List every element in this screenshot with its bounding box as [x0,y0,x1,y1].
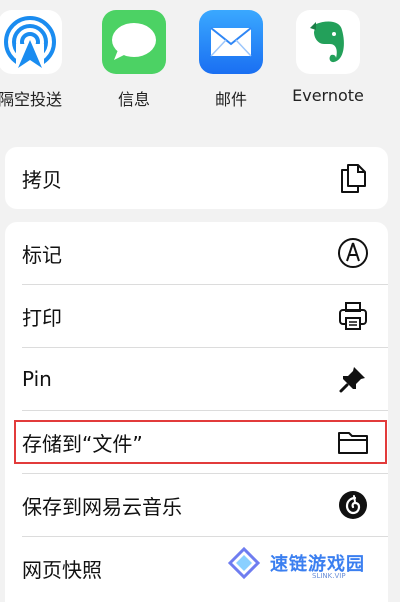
netease-music-icon [336,488,370,522]
action-group-copy: 拷贝 [5,147,388,209]
action-print[interactable]: 打印 [5,285,388,347]
app-label: 邮件 [214,90,247,109]
messages-icon [102,10,166,74]
action-pin[interactable]: Pin [5,348,388,410]
action-label: 打印 [22,305,62,330]
action-label: Pin [22,367,52,391]
action-label: 标记 [22,242,62,267]
action-label: 拷贝 [22,167,62,192]
app-label: 信息 [117,90,150,109]
watermark-subtext: SLINK.VIP [312,572,346,580]
action-copy[interactable]: 拷贝 [5,147,388,209]
mail-icon [199,10,263,74]
share-app-messages[interactable]: 信息 [94,10,174,110]
watermark: 速链游戏园 SLINK.VIP [224,538,400,588]
app-label: 隔空投送 [0,90,62,109]
airdrop-icon [0,10,62,74]
markup-icon [336,236,370,270]
share-app-mail[interactable]: 邮件 [191,10,271,110]
app-label: Evernote [292,86,364,105]
share-apps-row: 隔空投送 信息 邮件 Evernote [0,0,400,125]
print-icon [336,299,370,333]
action-save-to-netease-music[interactable]: 保存到网易云音乐 [5,474,388,536]
evernote-icon [296,10,360,74]
pin-icon [336,362,370,396]
share-app-airdrop[interactable]: 隔空投送 [0,10,70,110]
action-markup[interactable]: 标记 [5,222,388,284]
watermark-logo-icon [227,546,261,580]
copy-icon [336,161,370,195]
highlight-box [14,420,387,464]
action-label: 网页快照 [22,557,102,582]
share-app-evernote[interactable]: Evernote [288,10,368,105]
action-label: 保存到网易云音乐 [22,494,182,519]
